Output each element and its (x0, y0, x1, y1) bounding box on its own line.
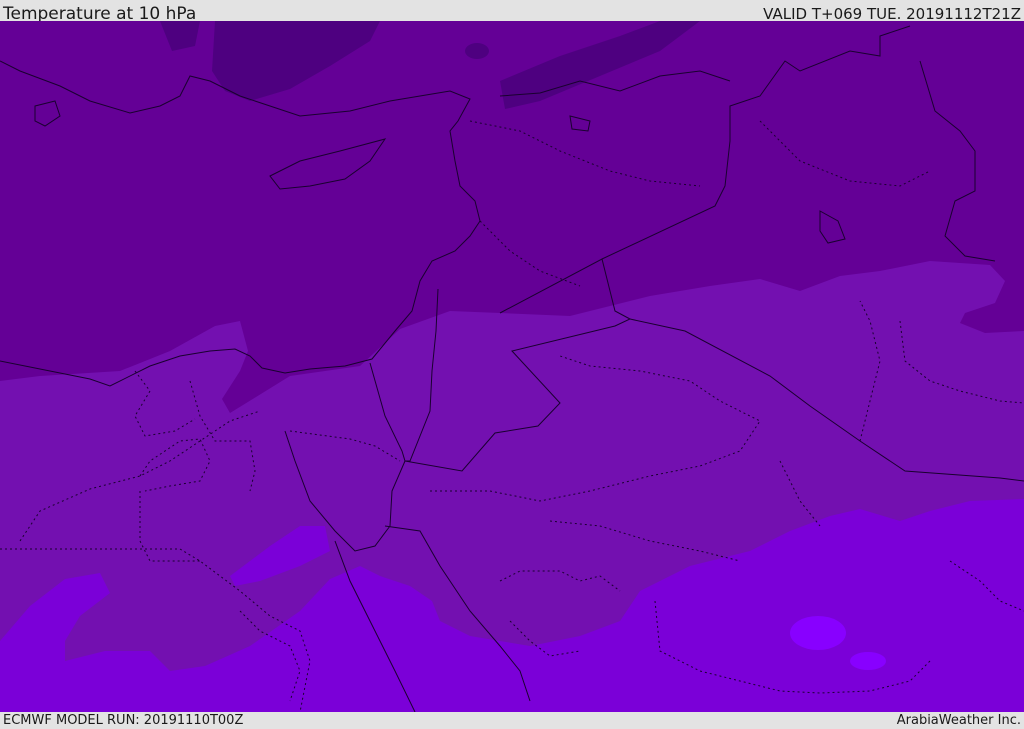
header-bar: Temperature at 10 hPa VALID T+069 TUE. 2… (0, 0, 1024, 24)
credit-text: ArabiaWeather Inc. (896, 713, 1021, 728)
footer-bar: ECMWF MODEL RUN: 20191110T00Z ArabiaWeat… (0, 712, 1024, 729)
model-run: ECMWF MODEL RUN: 20191110T00Z (3, 713, 244, 728)
temperature-map[interactable] (0, 21, 1024, 712)
map-canvas (0, 21, 1024, 712)
